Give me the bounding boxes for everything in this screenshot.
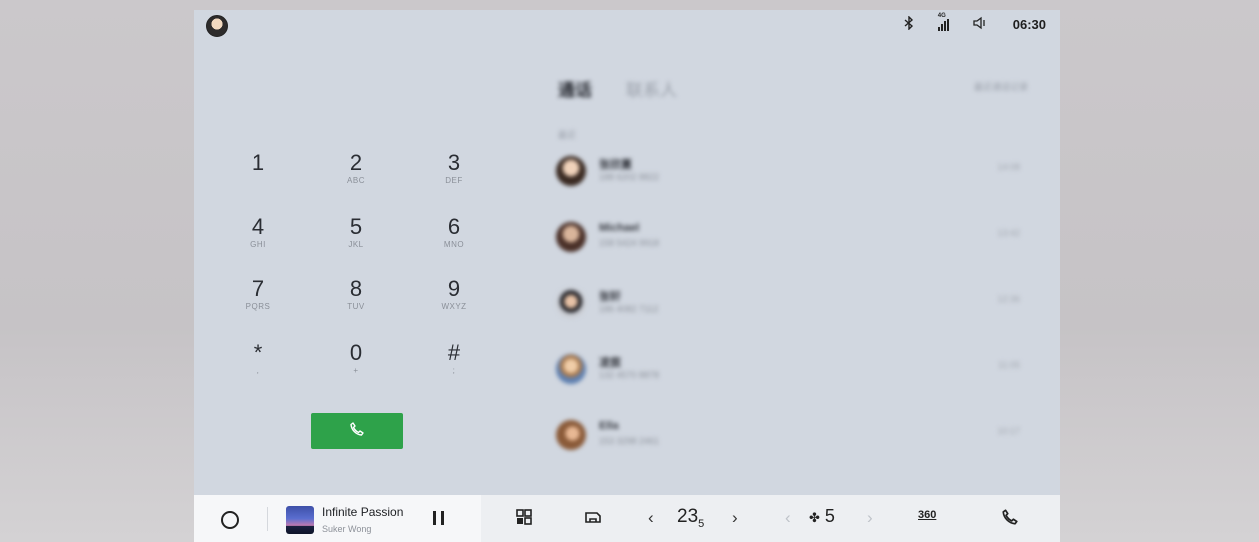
volume-icon[interactable] — [973, 16, 989, 33]
key-letters: ABC — [347, 176, 365, 185]
avatar — [556, 156, 586, 186]
clock: 06:30 — [1012, 17, 1046, 32]
call-time: 14:08 — [997, 162, 1020, 172]
section-label: 最近 — [558, 130, 577, 140]
key-letters: JKL — [348, 240, 364, 249]
contact-number: 153 3298 2461 — [599, 436, 660, 446]
call-log-row[interactable]: 凌宸 132 4570 8878 11:05 — [554, 348, 1034, 398]
fan-down-chevron-icon[interactable]: ‹ — [785, 508, 791, 528]
key-letters: GHI — [250, 240, 266, 249]
call-log-row[interactable]: Ella 153 3298 2461 10:17 — [554, 414, 1034, 464]
phone-icon[interactable] — [1001, 508, 1019, 531]
key-letters: TUV — [347, 302, 365, 311]
divider — [267, 507, 268, 531]
call-time: 11:05 — [998, 360, 1020, 370]
user-avatar[interactable] — [206, 15, 228, 37]
contact-number: 188 6202 8822 — [599, 172, 660, 182]
key-digit: 5 — [349, 214, 363, 239]
dial-key-7[interactable]: 7 PQRS — [223, 276, 293, 330]
temperature-decimal: 5 — [698, 517, 705, 530]
key-letters: MNO — [443, 240, 465, 249]
recent-calls-panel: 通话 联系人 最近通话记录 最近 张欣蔓 188 6202 8822 14:08… — [554, 70, 1034, 470]
dial-key-4[interactable]: 4 GHI — [223, 214, 293, 268]
key-digit: 1 — [251, 150, 265, 175]
track-artist: Suker Wong — [322, 524, 372, 534]
key-digit: 0 — [349, 340, 363, 365]
contact-name: 张轩 — [599, 291, 621, 303]
dial-key-star[interactable]: *, — [223, 340, 293, 394]
avatar — [556, 288, 586, 318]
bottom-dock: Infinite Passion Suker Wong ‹ 235 › ‹ ✤ … — [194, 495, 1060, 542]
contact-number: 158 5424 9918 — [599, 238, 660, 248]
avatar — [556, 354, 586, 384]
call-log-row[interactable]: 张欣蔓 188 6202 8822 14:08 — [554, 150, 1034, 200]
call-time: 13:42 — [997, 228, 1020, 238]
dial-key-hash[interactable]: #; — [419, 340, 489, 394]
dial-key-0[interactable]: 0 + — [321, 340, 391, 394]
key-digit: 4 — [251, 214, 265, 239]
avatar — [556, 420, 586, 450]
contact-name: 张欣蔓 — [599, 159, 632, 171]
dial-key-2[interactable]: 2 ABC — [321, 150, 391, 204]
dial-key-9[interactable]: 9 WXYZ — [419, 276, 489, 330]
key-letters: WXYZ — [441, 302, 467, 311]
contact-name: 凌宸 — [599, 357, 621, 369]
key-digit: 3 — [447, 150, 461, 175]
track-title: Infinite Passion — [322, 505, 404, 519]
dial-key-6[interactable]: 6 MNO — [419, 214, 489, 268]
fan-icon: ✤ — [809, 510, 820, 525]
status-bar: 4G 06:30 — [194, 10, 1060, 40]
infotainment-screen: 4G 06:30 1 2 ABC 3 DEF 4 GHI 5 JKL 6 MNO 7 PQR… — [194, 10, 1060, 542]
key-digit: 8 — [349, 276, 363, 301]
360-view-icon[interactable]: 360 — [918, 509, 936, 521]
signal-icon: 4G — [937, 13, 949, 31]
dial-key-1[interactable]: 1 — [223, 150, 293, 204]
car-icon[interactable] — [583, 508, 603, 531]
contact-name: Michael — [599, 222, 640, 234]
call-button[interactable] — [311, 413, 403, 449]
call-time: 12:36 — [997, 294, 1020, 304]
top-progress-bar — [0, 0, 420, 10]
contact-number: 186 4082 7112 — [599, 304, 659, 314]
calls-header-right[interactable]: 最近通话记录 — [974, 80, 1028, 93]
key-digit: 2 — [349, 150, 363, 175]
temp-down-chevron-icon[interactable]: ‹ — [648, 508, 654, 528]
dial-key-3[interactable]: 3 DEF — [419, 150, 489, 204]
call-time: 10:17 — [997, 426, 1020, 436]
fan-up-chevron-icon[interactable]: › — [867, 508, 873, 528]
fan-level: 5 — [824, 506, 835, 526]
call-log-row[interactable]: 张轩 186 4082 7112 12:36 — [554, 282, 1034, 332]
dial-key-8[interactable]: 8 TUV — [321, 276, 391, 330]
apps-grid-icon[interactable] — [515, 508, 533, 531]
phone-icon — [349, 421, 365, 442]
key-letters: , — [256, 366, 260, 375]
key-digit: * — [253, 340, 263, 365]
fan-control: ✤ 5 — [809, 506, 835, 527]
key-digit: 9 — [447, 276, 461, 301]
pause-button[interactable] — [433, 511, 445, 525]
key-digit: # — [447, 340, 461, 365]
avatar — [556, 222, 586, 252]
temp-up-chevron-icon[interactable]: › — [732, 508, 738, 528]
key-letters: ; — [452, 366, 456, 375]
home-button[interactable] — [221, 511, 239, 529]
bluetooth-icon — [904, 15, 914, 33]
contact-number: 132 4570 8878 — [599, 370, 660, 380]
album-art[interactable] — [286, 506, 314, 534]
temperature-value: 23 — [677, 506, 699, 527]
tab-contacts[interactable]: 联系人 — [626, 76, 677, 101]
temperature-display: 235 — [677, 506, 704, 530]
key-letters: + — [353, 366, 359, 375]
key-digit: 7 — [251, 276, 265, 301]
contact-name: Ella — [599, 420, 619, 432]
key-digit: 6 — [447, 214, 461, 239]
key-letters: DEF — [445, 176, 463, 185]
dial-key-5[interactable]: 5 JKL — [321, 214, 391, 268]
tab-calls[interactable]: 通话 — [558, 76, 592, 101]
key-letters: PQRS — [245, 302, 271, 311]
call-log-row[interactable]: Michael 158 5424 9918 13:42 — [554, 216, 1034, 266]
